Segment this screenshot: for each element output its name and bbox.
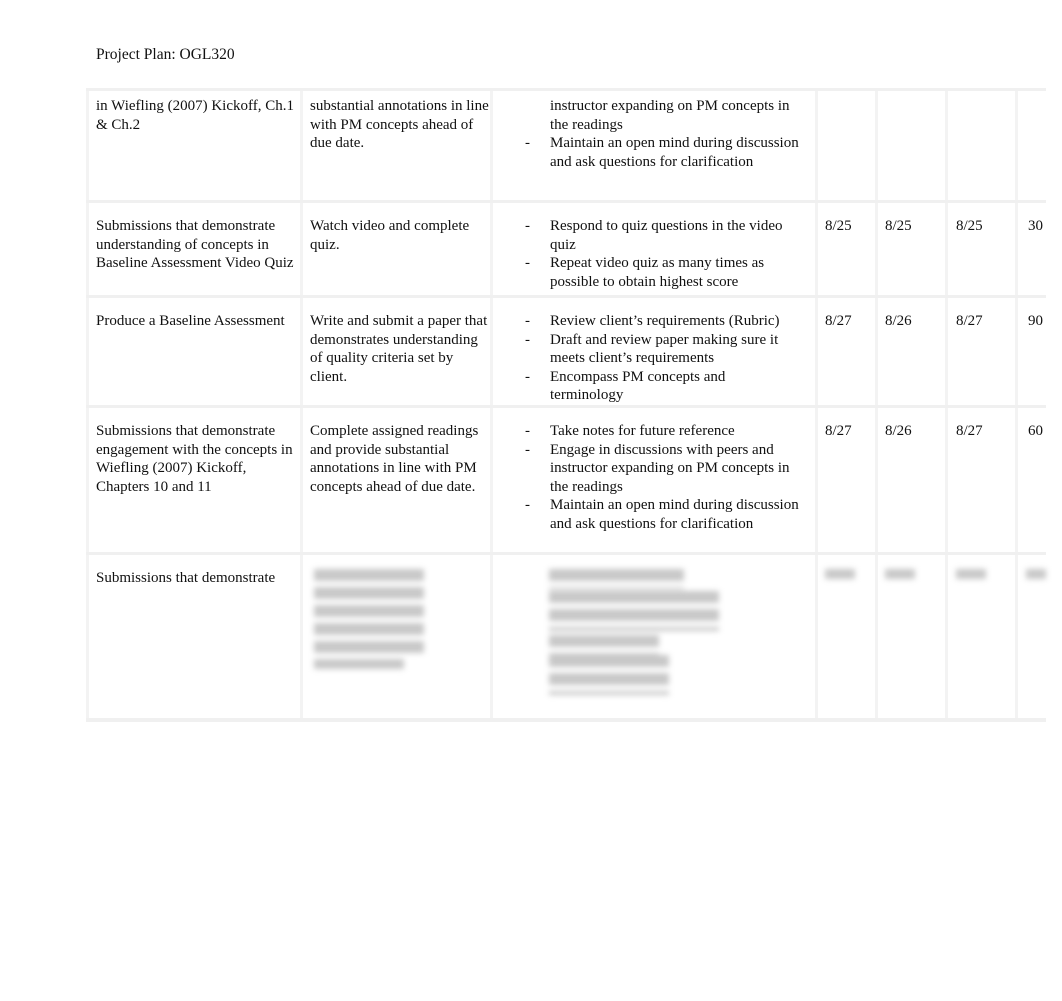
blurred-text [314, 569, 424, 659]
task-item: Engage in discussions with peers and ins… [525, 441, 800, 497]
blurred-content [86, 555, 1046, 715]
objective-cell: Submissions that demonstrate engagement … [96, 423, 293, 495]
cell-border [490, 203, 493, 298]
cell-border [1015, 408, 1018, 555]
tasks-list: Respond to quiz questions in the video q… [525, 217, 800, 291]
task-item: Review client’s requirements (Rubric) [525, 312, 800, 331]
deliverable-cell: Watch video and complete quiz. [310, 218, 470, 253]
blurred-text [885, 569, 915, 579]
blurred-text [825, 569, 855, 579]
cell-border [300, 203, 303, 298]
task-item: Draft and review paper making sure it me… [525, 331, 800, 368]
cell-border [300, 91, 303, 203]
cell-border [945, 91, 948, 203]
blurred-text [549, 591, 719, 631]
task-item: Encompass PM concepts and terminology [525, 368, 800, 405]
blurred-text [1026, 569, 1046, 579]
cell-border [815, 408, 818, 555]
points-cell: 60 [1028, 423, 1043, 439]
start-date-cell: 8/27 [825, 313, 852, 329]
blurred-text [314, 659, 404, 669]
cell-border [1015, 91, 1018, 203]
cell-border [300, 408, 303, 555]
task-item: instructor expanding on PM concepts in t… [550, 98, 790, 133]
tasks-list: instructor expanding on PM concepts in t… [525, 97, 800, 171]
cell-border [1015, 203, 1018, 298]
points-cell: 90 [1028, 313, 1043, 329]
start-date-cell: 8/27 [825, 423, 852, 439]
cell-border [1015, 298, 1018, 408]
cell-border [490, 91, 493, 203]
cell-border [945, 203, 948, 298]
cell-border [86, 91, 89, 203]
start-date-cell: 8/25 [825, 218, 852, 234]
planned-date-cell: 8/26 [885, 313, 912, 329]
task-item: Take notes for future reference [525, 422, 800, 441]
cell-border [945, 298, 948, 408]
cell-border [86, 203, 89, 298]
deliverable-cell: substantial annotations in line with PM … [310, 98, 489, 151]
points-cell: 30 [1028, 218, 1043, 234]
cell-border [86, 408, 89, 555]
blurred-text [549, 569, 684, 589]
table-row: Submissions that demonstrate understandi… [86, 200, 1046, 298]
cell-border [490, 298, 493, 408]
task-item: Maintain an open mind during discussion … [525, 134, 800, 171]
cell-border [86, 298, 89, 408]
due-date-cell: 8/27 [956, 423, 983, 439]
planned-date-cell: 8/26 [885, 423, 912, 439]
cell-border [875, 408, 878, 555]
objective-cell: Produce a Baseline Assessment [96, 313, 285, 329]
task-item: Repeat video quiz as many times as possi… [525, 254, 800, 291]
cell-border [815, 298, 818, 408]
planned-date-cell: 8/25 [885, 218, 912, 234]
blurred-text [549, 635, 659, 655]
cell-border [875, 91, 878, 203]
deliverable-cell: Write and submit a paper that demonstrat… [310, 313, 488, 385]
cell-border [490, 408, 493, 555]
task-item: Respond to quiz questions in the video q… [525, 217, 800, 254]
cell-border [875, 203, 878, 298]
task-item: Maintain an open mind during discussion … [525, 496, 800, 533]
table-row: Submissions that demonstrate engagement … [86, 552, 1046, 722]
page-header: Project Plan: OGL320 [96, 46, 235, 63]
blurred-text [956, 569, 986, 579]
due-date-cell: 8/27 [956, 313, 983, 329]
tasks-list: Take notes for future referenceEngage in… [525, 422, 800, 533]
cell-border [300, 298, 303, 408]
cell-border [815, 203, 818, 298]
objective-cell: Submissions that demonstrate understandi… [96, 218, 294, 271]
due-date-cell: 8/25 [956, 218, 983, 234]
tasks-list: Review client’s requirements (Rubric)Dra… [525, 312, 800, 405]
blurred-text [549, 655, 669, 695]
table-row: Produce a Baseline Assessment Write and s… [86, 295, 1046, 408]
cell-border [875, 298, 878, 408]
cell-border [815, 91, 818, 203]
objective-cell: in Wiefling (2007) Kickoff, Ch.1 & Ch.2 [96, 98, 294, 133]
cell-border [945, 408, 948, 555]
table-row: in Wiefling (2007) Kickoff, Ch.1 & Ch.2 s… [86, 88, 1046, 203]
deliverable-cell: Complete assigned readings and provide s… [310, 423, 479, 495]
table-row: Submissions that demonstrate engagement … [86, 405, 1046, 555]
